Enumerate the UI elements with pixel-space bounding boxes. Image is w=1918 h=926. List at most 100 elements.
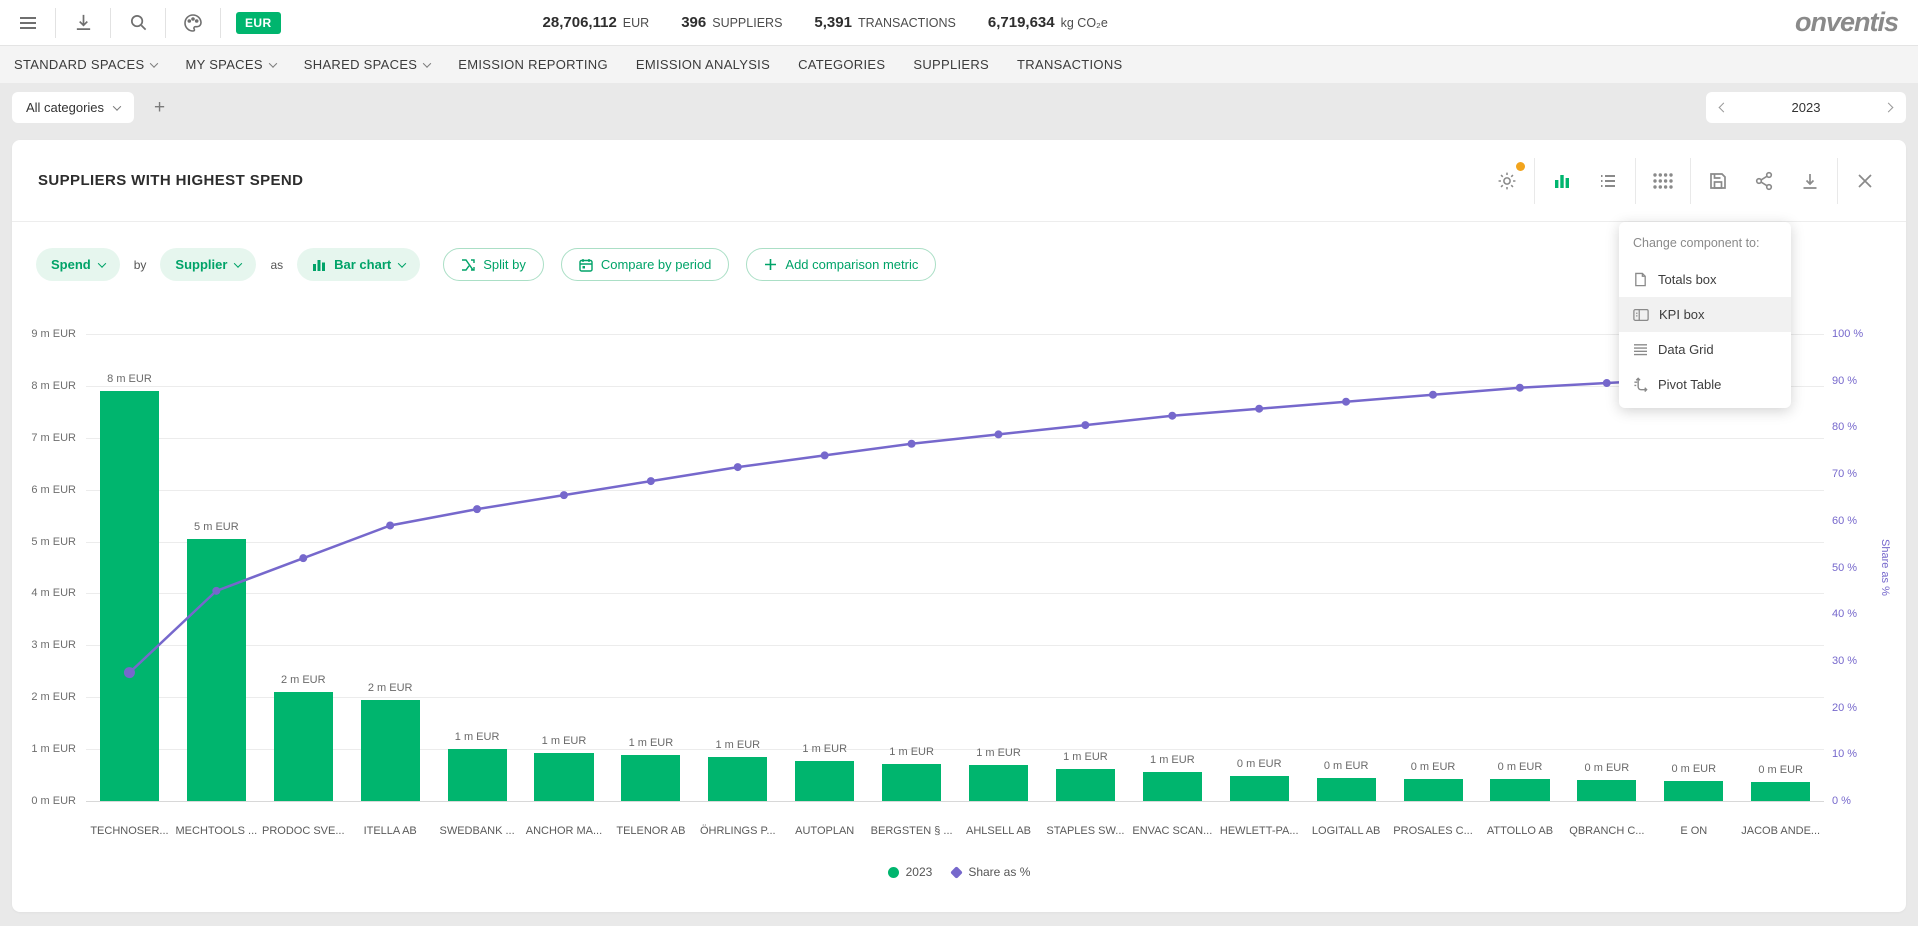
- close-icon[interactable]: [1842, 158, 1888, 204]
- bar[interactable]: [534, 753, 593, 801]
- bar[interactable]: [1143, 772, 1202, 801]
- compare-by-period-button[interactable]: Compare by period: [561, 248, 730, 281]
- chevron-down-icon: [234, 259, 242, 267]
- change-component-menu: Change component to: Totals box KPI box …: [1619, 222, 1791, 408]
- x-axis-label: JACOB ANDE...: [1737, 825, 1824, 837]
- x-axis-label: BERGSTEN § ...: [868, 825, 955, 837]
- nav-suppliers[interactable]: SUPPLIERS: [913, 57, 989, 72]
- plot-area: 8 m EUR5 m EUR2 m EUR2 m EUR1 m EUR1 m E…: [86, 334, 1824, 801]
- nav-transactions[interactable]: TRANSACTIONS: [1017, 57, 1122, 72]
- bar-group: 0 m EUR: [1477, 334, 1564, 801]
- nav-my-spaces[interactable]: MY SPACES: [185, 57, 275, 72]
- nav-emission-analysis[interactable]: EMISSION ANALYSIS: [636, 57, 770, 72]
- bar[interactable]: [187, 539, 246, 801]
- pivot-table-icon: [1633, 377, 1648, 392]
- x-axis-label: HEWLETT-PA...: [1216, 825, 1303, 837]
- onventis-logo: onventis: [1795, 7, 1898, 38]
- share-icon[interactable]: [1741, 158, 1787, 204]
- y-tick-right: 20 %: [1832, 702, 1857, 714]
- legend-label: 2023: [906, 865, 933, 879]
- components-grid-icon[interactable]: [1640, 158, 1686, 204]
- bar-group: 0 m EUR: [1390, 334, 1477, 801]
- nav-label: EMISSION REPORTING: [458, 57, 608, 72]
- bar[interactable]: [969, 765, 1028, 801]
- bar-group: 8 m EUR: [86, 334, 173, 801]
- add-comparison-metric-label: Add comparison metric: [785, 257, 918, 272]
- menu-item-pivot-table[interactable]: Pivot Table: [1619, 367, 1791, 402]
- split-icon: [461, 258, 475, 272]
- bar[interactable]: [1751, 782, 1810, 801]
- nav-categories[interactable]: CATEGORIES: [798, 57, 885, 72]
- x-axis-label: PRODOC SVE...: [260, 825, 347, 837]
- menu-item-label: KPI box: [1659, 307, 1705, 322]
- bar[interactable]: [274, 692, 333, 801]
- bar[interactable]: [708, 757, 767, 801]
- year-selector: 2023: [1706, 92, 1906, 123]
- filter-bar: All categories + 2023: [0, 83, 1918, 140]
- chevron-down-icon: [269, 59, 277, 67]
- menu-item-label: Pivot Table: [1658, 377, 1721, 392]
- bar[interactable]: [1317, 778, 1376, 801]
- download-icon[interactable]: [71, 11, 95, 35]
- currency-badge[interactable]: EUR: [236, 12, 281, 34]
- split-by-button[interactable]: Split by: [443, 248, 544, 281]
- x-axis-label: ÖHRLINGS P...: [694, 825, 781, 837]
- right-axis: 100 %90 %80 %70 %60 %50 %40 %30 %20 %10 …: [1824, 334, 1874, 801]
- menu-item-kpi-box[interactable]: KPI box: [1619, 297, 1791, 332]
- chart-card: SUPPLIERS WITH HIGHEST SPEND: [12, 140, 1906, 912]
- nav-emission-reporting[interactable]: EMISSION REPORTING: [458, 57, 608, 72]
- bar-value-label: 0 m EUR: [1390, 761, 1477, 773]
- bar[interactable]: [882, 764, 941, 801]
- menu-icon[interactable]: [16, 11, 40, 35]
- legend-item-share[interactable]: Share as %: [952, 865, 1030, 879]
- bar[interactable]: [100, 391, 159, 801]
- bar[interactable]: [361, 700, 420, 801]
- divider: [1635, 158, 1636, 204]
- chevron-down-icon: [97, 259, 105, 267]
- palette-icon[interactable]: [181, 11, 205, 35]
- chevron-down-icon: [150, 59, 158, 67]
- x-axis-label: TECHNOSER...: [86, 825, 173, 837]
- gear-icon[interactable]: [1484, 158, 1530, 204]
- bar-chart-view-icon[interactable]: [1539, 158, 1585, 204]
- bar[interactable]: [795, 761, 854, 801]
- next-year-icon[interactable]: [1884, 103, 1894, 113]
- bar[interactable]: [1056, 769, 1115, 801]
- nav-shared-spaces[interactable]: SHARED SPACES: [304, 57, 430, 72]
- save-icon[interactable]: [1695, 158, 1741, 204]
- add-comparison-metric-button[interactable]: Add comparison metric: [746, 248, 936, 281]
- chart-type-dropdown[interactable]: Bar chart: [297, 248, 420, 281]
- nav-label: STANDARD SPACES: [14, 57, 144, 72]
- metric-dropdown[interactable]: Spend: [36, 248, 120, 281]
- y-tick-left: 1 m EUR: [31, 743, 76, 755]
- x-axis-label: PROSALES C...: [1390, 825, 1477, 837]
- kpi-box-icon: [1633, 308, 1649, 322]
- bar[interactable]: [1230, 776, 1289, 801]
- prev-year-icon[interactable]: [1719, 103, 1729, 113]
- bar-group: 1 m EUR: [1042, 334, 1129, 801]
- bar-value-label: 1 m EUR: [955, 747, 1042, 759]
- bar[interactable]: [448, 749, 507, 801]
- bar[interactable]: [1490, 779, 1549, 801]
- list-view-icon[interactable]: [1585, 158, 1631, 204]
- bar[interactable]: [621, 755, 680, 801]
- nav-label: EMISSION ANALYSIS: [636, 57, 770, 72]
- legend-item-2023[interactable]: 2023: [888, 865, 933, 879]
- bar-value-label: 2 m EUR: [347, 682, 434, 694]
- bar[interactable]: [1664, 781, 1723, 801]
- legend-label: Share as %: [968, 865, 1030, 879]
- y-tick-right: 60 %: [1832, 515, 1857, 527]
- add-filter-button[interactable]: +: [154, 97, 165, 119]
- dimension-dropdown[interactable]: Supplier: [160, 248, 256, 281]
- bar-group: 1 m EUR: [781, 334, 868, 801]
- bar[interactable]: [1577, 780, 1636, 801]
- export-icon[interactable]: [1787, 158, 1833, 204]
- bar[interactable]: [1404, 779, 1463, 801]
- search-icon[interactable]: [126, 11, 150, 35]
- nav-standard-spaces[interactable]: STANDARD SPACES: [14, 57, 157, 72]
- y-tick-right: 50 %: [1832, 562, 1857, 574]
- bar-value-label: 0 m EUR: [1737, 764, 1824, 776]
- category-filter-dropdown[interactable]: All categories: [12, 92, 134, 123]
- menu-item-totals-box[interactable]: Totals box: [1619, 262, 1791, 297]
- menu-item-data-grid[interactable]: Data Grid: [1619, 332, 1791, 367]
